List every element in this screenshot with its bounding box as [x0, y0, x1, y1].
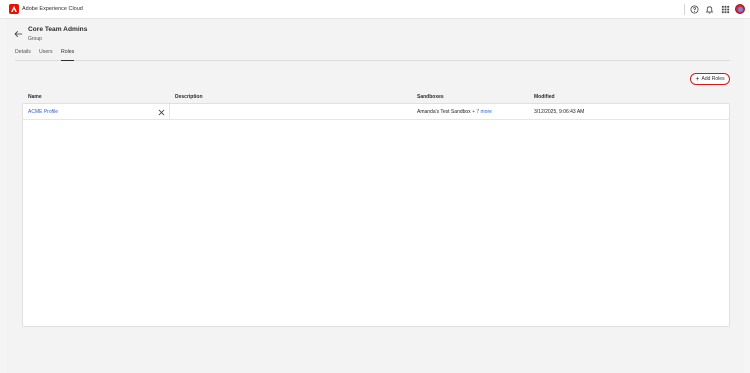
- page-title: Core Team Admins: [28, 26, 88, 33]
- toolbar-divider: [684, 4, 685, 15]
- app-title[interactable]: Adobe Experience Cloud: [22, 5, 83, 13]
- role-sandboxes: Amanda's Test Sandbox + 7 more: [417, 109, 492, 115]
- add-roles-button[interactable]: + Add Roles: [690, 73, 730, 85]
- bell-icon[interactable]: [704, 4, 714, 14]
- roles-table: ACME Profile Amanda's Test Sandbox + 7 m…: [22, 103, 730, 327]
- adobe-logo-icon[interactable]: [9, 4, 19, 14]
- tab-bar: Details Users Roles: [15, 49, 730, 61]
- sandbox-name: Amanda's Test Sandbox: [417, 109, 471, 115]
- apps-grid-icon[interactable]: [720, 4, 730, 14]
- help-icon[interactable]: [689, 4, 699, 14]
- tab-roles[interactable]: Roles: [61, 49, 74, 56]
- tab-users[interactable]: Users: [39, 49, 53, 56]
- role-name-link[interactable]: ACME Profile: [28, 109, 58, 115]
- back-arrow-icon[interactable]: [13, 29, 23, 39]
- user-avatar[interactable]: [735, 4, 745, 14]
- column-header-sandboxes[interactable]: Sandboxes: [417, 94, 444, 100]
- remove-role-icon[interactable]: [157, 108, 165, 116]
- page-subtitle: Group: [28, 36, 42, 42]
- active-tab-indicator: [61, 60, 74, 61]
- cell-divider: [169, 104, 170, 120]
- column-header-name[interactable]: Name: [28, 94, 42, 100]
- table-row: ACME Profile Amanda's Test Sandbox + 7 m…: [23, 104, 729, 120]
- top-bar: Adobe Experience Cloud: [0, 0, 750, 19]
- plus-icon: +: [695, 75, 700, 83]
- role-modified: 3/12/2025, 9:06:43 AM: [534, 109, 585, 115]
- sandboxes-more-link[interactable]: + 7 more: [472, 109, 492, 115]
- tab-details[interactable]: Details: [15, 49, 31, 56]
- add-roles-label: Add Roles: [701, 76, 725, 82]
- column-header-modified[interactable]: Modified: [534, 94, 555, 100]
- column-header-description[interactable]: Description: [175, 94, 203, 100]
